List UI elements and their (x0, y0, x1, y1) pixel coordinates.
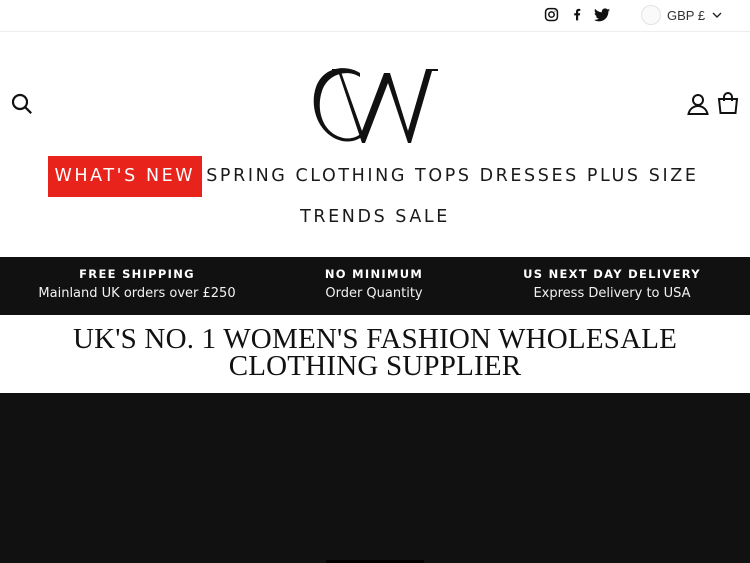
announcement-no-minimum: NO MINIMUM Order Quantity (249, 257, 499, 315)
page-title: UK'S NO. 1 WOMEN'S FASHION WHOLESALE CLO… (0, 315, 750, 382)
nav-item-tops[interactable]: TOPS (411, 156, 476, 197)
brand-logo[interactable] (310, 63, 440, 145)
announcement-subtitle: Order Quantity (325, 286, 423, 301)
page-headline: UK'S NO. 1 WOMEN'S FASHION WHOLESALE CLO… (0, 315, 750, 393)
currency-selector[interactable]: GBP £ (641, 5, 723, 25)
currency-label: GBP £ (667, 7, 706, 23)
announcement-title: NO MINIMUM (324, 267, 424, 281)
nav-item-trends[interactable]: TRENDS (296, 202, 391, 232)
cart-icon[interactable] (716, 91, 740, 115)
main-nav-row-2: TRENDS SALE (0, 202, 750, 232)
search-icon[interactable] (10, 92, 34, 116)
nav-item-spring[interactable]: SPRING (202, 156, 291, 197)
social-links (543, 6, 610, 23)
twitter-icon[interactable] (593, 6, 610, 23)
nav-item-whats-new[interactable]: WHAT'S NEW (47, 156, 203, 197)
announcement-title: US NEXT DAY DELIVERY (523, 267, 701, 281)
announcement-bar: FREE SHIPPING Mainland UK orders over £2… (0, 257, 750, 315)
top-utility-bar: GBP £ (0, 0, 750, 32)
announcement-subtitle: Express Delivery to USA (533, 286, 691, 301)
page-title-line-2: CLOTHING SUPPLIER (228, 350, 522, 382)
hero-banner[interactable] (0, 393, 750, 563)
facebook-icon[interactable] (568, 6, 585, 23)
main-nav-row-1: WHAT'S NEW SPRING CLOTHING TOPS DRESSES … (0, 156, 750, 197)
site-header: WHAT'S NEW SPRING CLOTHING TOPS DRESSES … (0, 32, 750, 257)
account-icon[interactable] (686, 92, 710, 116)
announcement-title: FREE SHIPPING (79, 267, 195, 281)
chevron-down-icon (711, 9, 723, 21)
currency-flag-icon (641, 5, 661, 25)
instagram-icon[interactable] (543, 6, 560, 23)
nav-item-sale[interactable]: SALE (391, 202, 454, 232)
nav-item-plus-size[interactable]: PLUS SIZE (583, 156, 703, 197)
nav-item-dresses[interactable]: DRESSES (476, 156, 583, 197)
announcement-subtitle: Mainland UK orders over £250 (38, 286, 236, 301)
announcement-us-delivery: US NEXT DAY DELIVERY Express Delivery to… (487, 257, 737, 315)
announcement-free-shipping: FREE SHIPPING Mainland UK orders over £2… (12, 257, 262, 315)
nav-item-clothing[interactable]: CLOTHING (291, 156, 411, 197)
